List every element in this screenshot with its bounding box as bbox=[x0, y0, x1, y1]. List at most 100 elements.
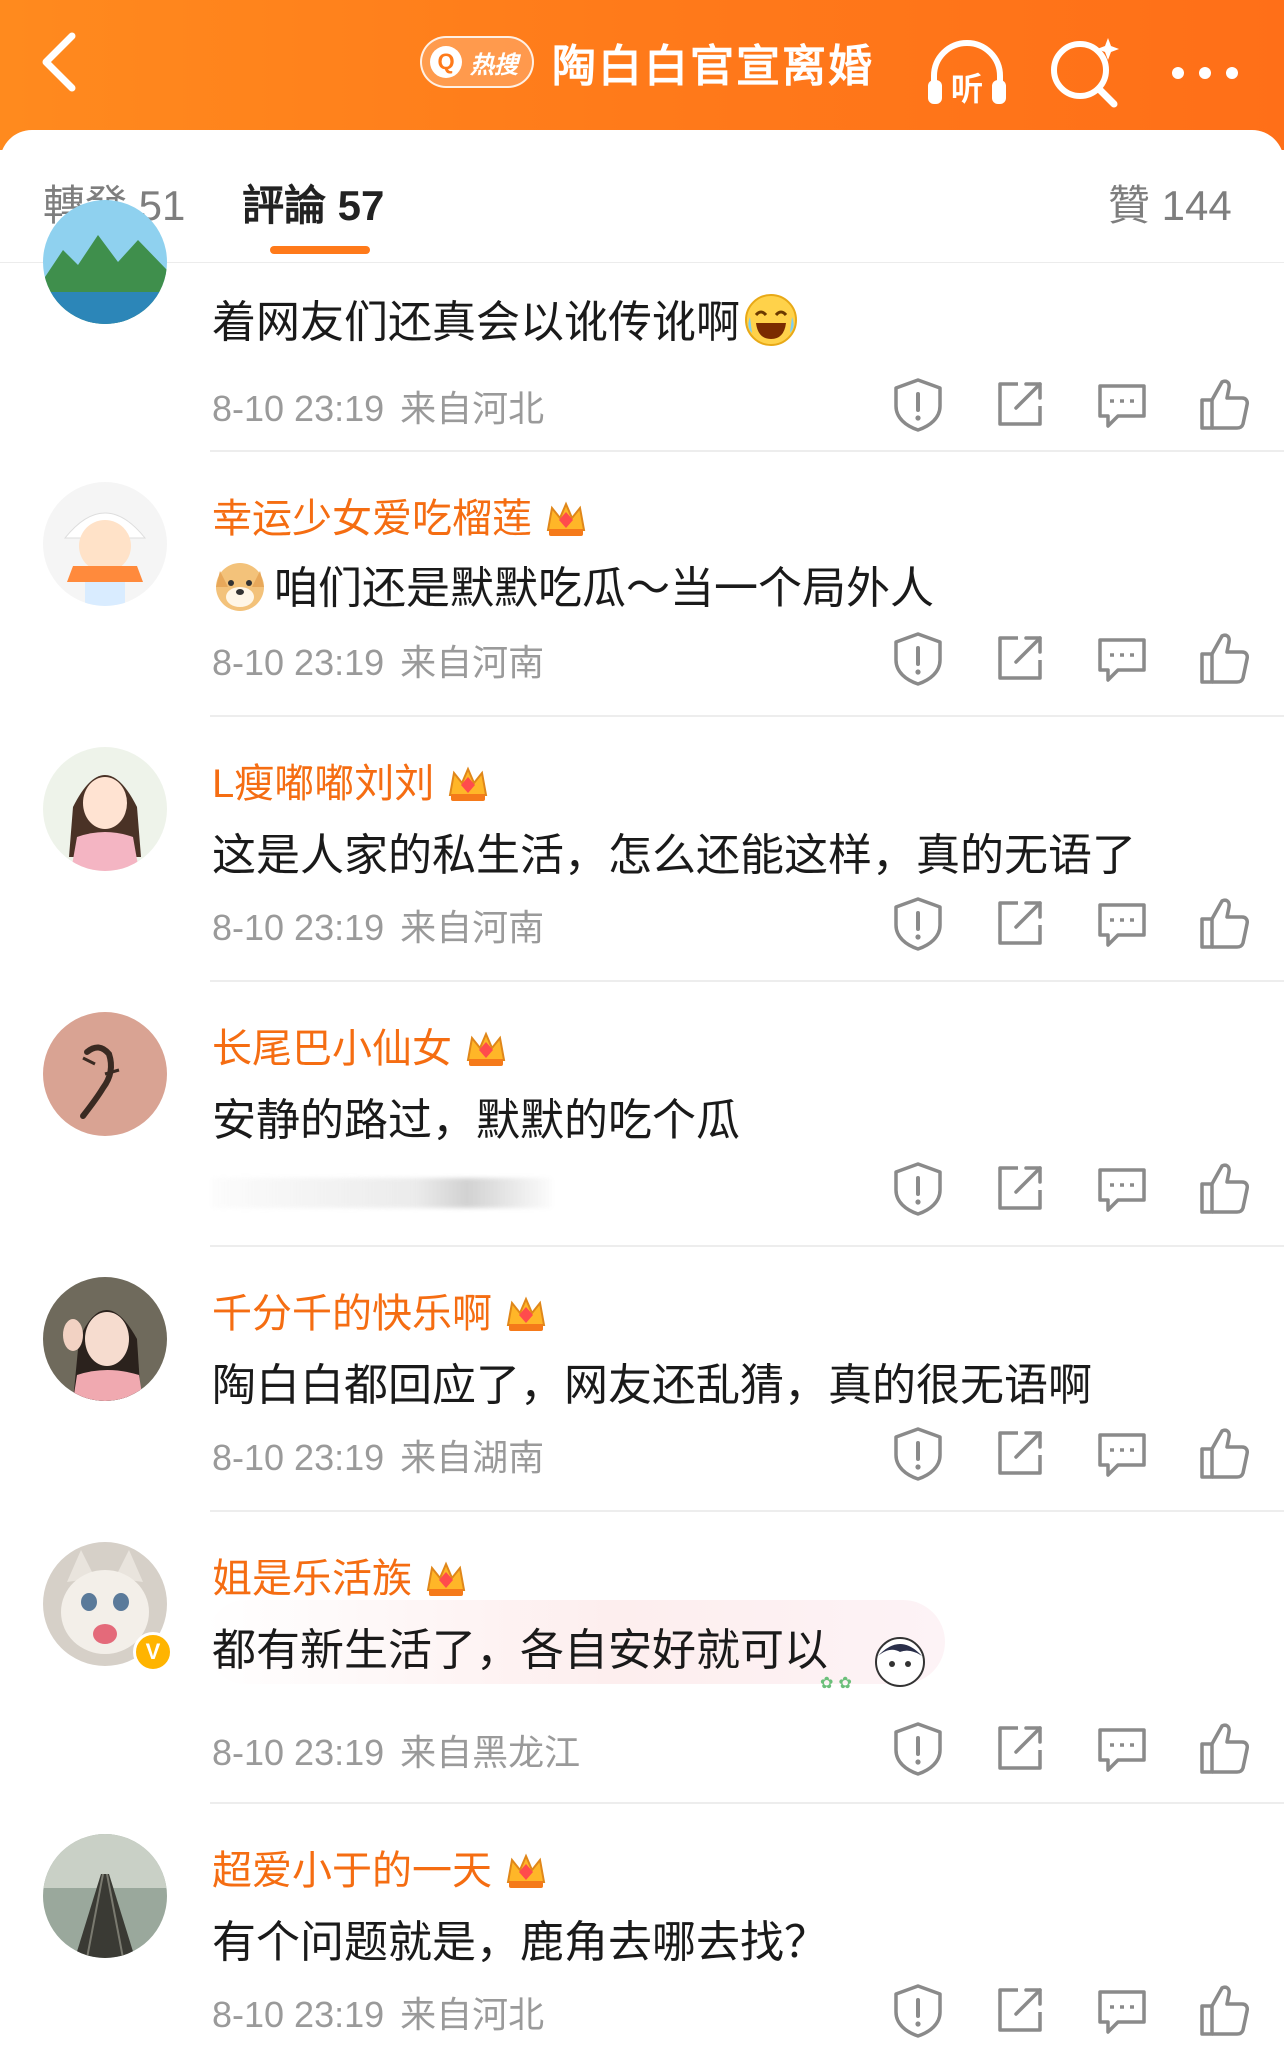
comment-meta: 8-10 23:19 来自河南 bbox=[212, 899, 544, 951]
comment-text: 咱们还是默默吃瓜～当一个局外人 bbox=[212, 552, 934, 616]
cartoon-girl-avatar[interactable] bbox=[43, 482, 167, 606]
crown-badge-icon bbox=[427, 1563, 465, 1597]
comment-time: 8-10 23:19 bbox=[212, 1732, 385, 1773]
comment-text: 有个问题就是，鹿角去哪去找？ bbox=[212, 1918, 828, 1967]
hot-search-badge: Q 热搜 bbox=[420, 36, 534, 88]
reply-icon[interactable] bbox=[1092, 1423, 1152, 1483]
reply-icon[interactable] bbox=[1092, 893, 1152, 953]
reply-icon[interactable] bbox=[1092, 374, 1152, 434]
comment-actions bbox=[880, 628, 1250, 688]
comment-location: 来自河南 bbox=[400, 642, 545, 683]
comment-location: 来自河北 bbox=[400, 1994, 545, 2035]
crown-badge-icon bbox=[467, 1033, 505, 1067]
comment-location: 来自黑龙江 bbox=[400, 1732, 581, 1773]
like-icon[interactable] bbox=[1194, 628, 1254, 688]
reply-icon[interactable] bbox=[1092, 1158, 1152, 1218]
comment-username[interactable]: L瘦嘟嘟刘刘 bbox=[212, 751, 490, 809]
railway-avatar[interactable] bbox=[43, 1834, 167, 1958]
hot-search-title[interactable]: Q 热搜 陶白白官宣离婚 bbox=[420, 30, 874, 94]
crown-badge-icon bbox=[547, 503, 585, 537]
listen-headphones-icon[interactable]: 听 bbox=[922, 28, 1012, 118]
crown-badge-icon bbox=[507, 1855, 545, 1889]
report-icon[interactable] bbox=[888, 628, 948, 688]
crown-badge-icon bbox=[507, 1298, 545, 1332]
like-icon[interactable] bbox=[1194, 1980, 1254, 2040]
comment-tabs: 轉發 51 評論 57 贊 144 bbox=[0, 130, 1284, 263]
comment-meta: 8-10 23:19 来自河北 bbox=[212, 1986, 544, 2038]
report-icon[interactable] bbox=[888, 1423, 948, 1483]
comment-text: 安静的路过，默默的吃个瓜 bbox=[212, 1096, 740, 1145]
report-icon[interactable] bbox=[888, 893, 948, 953]
comment-time: 8-10 23:19 bbox=[212, 1994, 385, 2035]
divider bbox=[210, 450, 1284, 452]
comment-username[interactable]: 姐是乐活族 bbox=[212, 1546, 468, 1604]
laugh-cry-emoji-icon bbox=[745, 294, 797, 346]
divider bbox=[210, 1510, 1284, 1512]
share-icon[interactable] bbox=[990, 374, 1050, 434]
reply-icon[interactable] bbox=[1092, 628, 1152, 688]
tab-comments[interactable]: 評論 57 bbox=[242, 172, 384, 233]
divider bbox=[210, 1802, 1284, 1804]
report-icon[interactable] bbox=[888, 1980, 948, 2040]
comment-actions bbox=[880, 1980, 1250, 2040]
reply-icon[interactable] bbox=[1092, 1980, 1152, 2040]
search-sparkle-icon[interactable] bbox=[1040, 28, 1130, 118]
comment-actions bbox=[880, 1158, 1250, 1218]
more-options-icon[interactable] bbox=[1160, 28, 1250, 118]
lizard-avatar[interactable] bbox=[43, 1012, 167, 1136]
comment-username[interactable]: 千分千的快乐啊 bbox=[212, 1281, 548, 1339]
like-icon[interactable] bbox=[1194, 893, 1254, 953]
like-icon[interactable] bbox=[1194, 1718, 1254, 1778]
report-icon[interactable] bbox=[888, 1718, 948, 1778]
comment-location: 来自河南 bbox=[400, 907, 545, 948]
hot-search-label: 热搜 bbox=[470, 51, 518, 79]
share-icon[interactable] bbox=[990, 1980, 1050, 2040]
comment-meta: 8-10 23:19 来自黑龙江 bbox=[212, 1724, 580, 1776]
divider bbox=[210, 715, 1284, 717]
top-nav-bar: Q 热搜 陶白白官宣离婚 听 bbox=[0, 0, 1284, 150]
report-icon[interactable] bbox=[888, 374, 948, 434]
like-icon[interactable] bbox=[1194, 374, 1254, 434]
comment-username[interactable]: 幸运少女爱吃榴莲 bbox=[212, 486, 588, 544]
comment-time: 8-10 23:19 bbox=[212, 388, 385, 429]
comment-text: 着网友们还真会以讹传讹啊 bbox=[212, 286, 798, 350]
share-icon[interactable] bbox=[990, 1718, 1050, 1778]
crown-badge-icon bbox=[449, 768, 488, 802]
listen-label: 听 bbox=[951, 70, 983, 108]
comment-time: 8-10 23:19 bbox=[212, 907, 385, 948]
like-icon[interactable] bbox=[1194, 1423, 1254, 1483]
verified-badge-icon: V bbox=[133, 1632, 173, 1672]
comment-username[interactable]: 超爱小于的一天 bbox=[212, 1838, 548, 1896]
comment-username[interactable]: 长尾巴小仙女 bbox=[212, 1016, 508, 1074]
doll-girl-avatar[interactable] bbox=[43, 747, 167, 871]
landscape-avatar[interactable] bbox=[43, 200, 167, 324]
comment-text: 都有新生活了，各自安好就可以 bbox=[212, 1626, 828, 1675]
comment-actions bbox=[880, 374, 1250, 434]
back-arrow-icon[interactable] bbox=[28, 22, 88, 102]
report-icon[interactable] bbox=[888, 1158, 948, 1218]
comment-text: 这是人家的私生活，怎么还能这样，真的无语了 bbox=[212, 831, 1136, 880]
comment-meta: 8-10 23:19 来自河北 bbox=[212, 380, 544, 432]
comment-location: 来自河北 bbox=[400, 388, 545, 429]
comment-time: 8-10 23:19 bbox=[212, 642, 385, 683]
like-icon[interactable] bbox=[1194, 1158, 1254, 1218]
share-icon[interactable] bbox=[990, 1423, 1050, 1483]
comment-text: 陶白白都回应了，网友还乱猜，真的很无语啊 bbox=[212, 1361, 1092, 1410]
share-icon[interactable] bbox=[990, 893, 1050, 953]
search-q-icon: Q bbox=[430, 46, 462, 78]
tab-likes[interactable]: 贊 144 bbox=[1108, 172, 1232, 233]
active-tab-indicator bbox=[270, 246, 370, 254]
comment-actions bbox=[880, 1423, 1250, 1483]
doge-emoji-icon bbox=[216, 563, 264, 611]
comment-meta: 8-10 23:19 来自湖南 bbox=[212, 1429, 544, 1481]
comment-actions bbox=[880, 1718, 1250, 1778]
divider bbox=[210, 1245, 1284, 1247]
woman-photo-avatar[interactable] bbox=[43, 1277, 167, 1401]
share-icon[interactable] bbox=[990, 628, 1050, 688]
comment-time: 8-10 23:19 bbox=[212, 1437, 385, 1478]
comment-meta: 8-10 23:19 来自河南 bbox=[212, 634, 544, 686]
share-icon[interactable] bbox=[990, 1158, 1050, 1218]
reply-icon[interactable] bbox=[1092, 1718, 1152, 1778]
divider bbox=[210, 980, 1284, 982]
page-title: 陶白白官宣离婚 bbox=[552, 42, 874, 91]
